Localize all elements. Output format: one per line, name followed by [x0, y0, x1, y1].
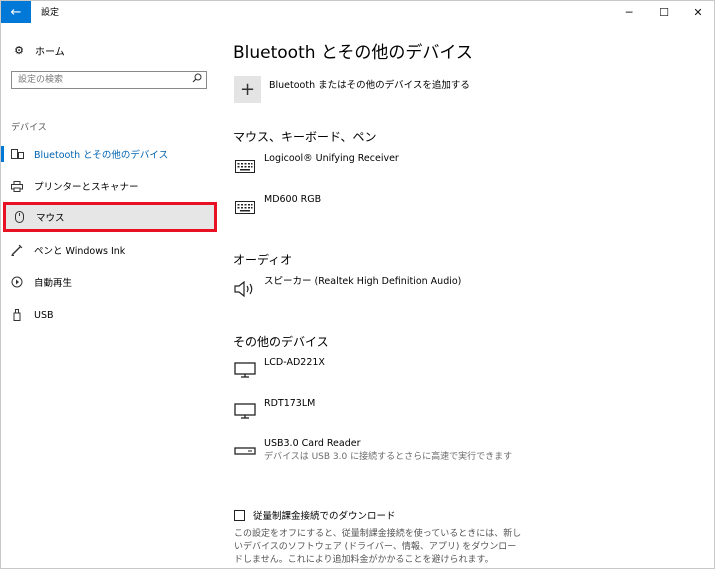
- device-name: スピーカー (Realtek High Definition Audio): [264, 276, 462, 287]
- sidebar-home-label: ホーム: [35, 47, 65, 58]
- metered-download-toggle[interactable]: 従量制課金接続でのダウンロード: [234, 508, 396, 522]
- active-indicator: [1, 146, 4, 162]
- sidebar-item-bluetooth[interactable]: Bluetooth とその他のデバイス: [1, 141, 219, 167]
- speaker-icon: [234, 279, 256, 299]
- minimize-button[interactable]: ─: [612, 1, 646, 23]
- bluetooth-devices-icon: [10, 148, 24, 160]
- device-subtitle: デバイスは USB 3.0 に接続するとさらに高速で実行できます: [264, 452, 513, 462]
- sidebar-item-mouse[interactable]: マウス: [3, 202, 217, 232]
- sidebar-item-usb[interactable]: USB: [1, 302, 219, 328]
- device-name: USB3.0 Card Reader: [264, 438, 361, 449]
- sidebar: ⚙ ホーム デバイス Bluetooth とその他のデバイス プリンターとスキャ…: [1, 23, 223, 568]
- maximize-button[interactable]: ☐: [647, 1, 681, 23]
- search-icon[interactable]: [192, 73, 202, 86]
- sidebar-item-pen[interactable]: ペンと Windows Ink: [1, 237, 219, 263]
- usb-icon: [10, 309, 24, 321]
- sidebar-item-printers[interactable]: プリンターとスキャナー: [1, 173, 219, 199]
- sidebar-item-label: マウス: [36, 213, 65, 224]
- add-device-label: Bluetooth またはその他のデバイスを追加する: [269, 80, 470, 91]
- minimize-icon: ─: [625, 5, 633, 19]
- sidebar-item-label: USB: [34, 309, 54, 321]
- group-title-other-devices: その他のデバイス: [233, 335, 329, 349]
- mouse-icon: [12, 211, 26, 223]
- device-name: LCD-AD221X: [264, 357, 325, 368]
- sidebar-item-label: ペンと Windows Ink: [34, 246, 126, 257]
- device-name: RDT173LM: [264, 398, 316, 409]
- sidebar-item-label: プリンターとスキャナー: [34, 182, 139, 193]
- device-name: MD600 RGB: [264, 194, 322, 205]
- group-title-audio: オーディオ: [233, 253, 293, 267]
- monitor-icon: [234, 360, 256, 380]
- device-lcd-ad221x[interactable]: LCD-AD221X: [234, 357, 325, 380]
- maximize-icon: ☐: [659, 5, 669, 19]
- printer-icon: [10, 180, 24, 192]
- device-usb-card-reader[interactable]: USB3.0 Card Reader デバイスは USB 3.0 に接続するとさ…: [234, 438, 512, 463]
- arrow-left-icon: ←: [10, 4, 22, 20]
- monitor-icon: [234, 401, 256, 421]
- sidebar-item-label: 自動再生: [34, 278, 73, 289]
- section-heading-devices: デバイス: [11, 123, 47, 133]
- window-title: 設定: [41, 8, 60, 18]
- metered-download-label: 従量制課金接続でのダウンロード: [253, 511, 396, 522]
- card-reader-icon: [234, 441, 256, 461]
- plus-icon: +: [234, 76, 261, 103]
- back-button[interactable]: ←: [1, 1, 31, 23]
- device-speaker[interactable]: スピーカー (Realtek High Definition Audio): [234, 276, 461, 299]
- device-md600-rgb[interactable]: MD600 RGB: [234, 194, 321, 217]
- group-title-input-devices: マウス、キーボード、ペン: [233, 130, 377, 144]
- page-title: Bluetooth とその他のデバイス: [233, 43, 473, 63]
- keyboard-icon: [234, 197, 256, 217]
- sidebar-item-label: Bluetooth とその他のデバイス: [34, 150, 169, 161]
- keyboard-icon: [234, 156, 256, 176]
- settings-window: ← 設定 ─ ☐ ✕ ⚙ ホーム デバイス: [0, 0, 715, 569]
- search-box: [11, 71, 207, 89]
- gear-icon: ⚙: [14, 44, 24, 57]
- device-logicool-receiver[interactable]: Logicool® Unifying Receiver: [234, 153, 399, 176]
- pen-icon: [10, 244, 24, 256]
- search-input[interactable]: [18, 73, 186, 87]
- sidebar-item-autoplay[interactable]: 自動再生: [1, 269, 219, 295]
- autoplay-icon: [10, 276, 24, 288]
- device-name: Logicool® Unifying Receiver: [264, 153, 399, 164]
- title-bar: ← 設定 ─ ☐ ✕: [1, 1, 714, 23]
- main-content: Bluetooth とその他のデバイス + Bluetooth またはその他のデ…: [223, 23, 714, 568]
- device-rdt173lm[interactable]: RDT173LM: [234, 398, 315, 421]
- close-button[interactable]: ✕: [681, 1, 714, 23]
- close-icon: ✕: [693, 5, 703, 19]
- metered-download-description: この設定をオフにすると、従量制課金接続を使っているときには、新しいデバイスのソフ…: [234, 529, 522, 565]
- add-device-button[interactable]: + Bluetooth またはその他のデバイスを追加する: [234, 76, 470, 103]
- sidebar-home[interactable]: ⚙ ホーム: [11, 43, 65, 58]
- metered-download-checkbox[interactable]: [234, 509, 245, 521]
